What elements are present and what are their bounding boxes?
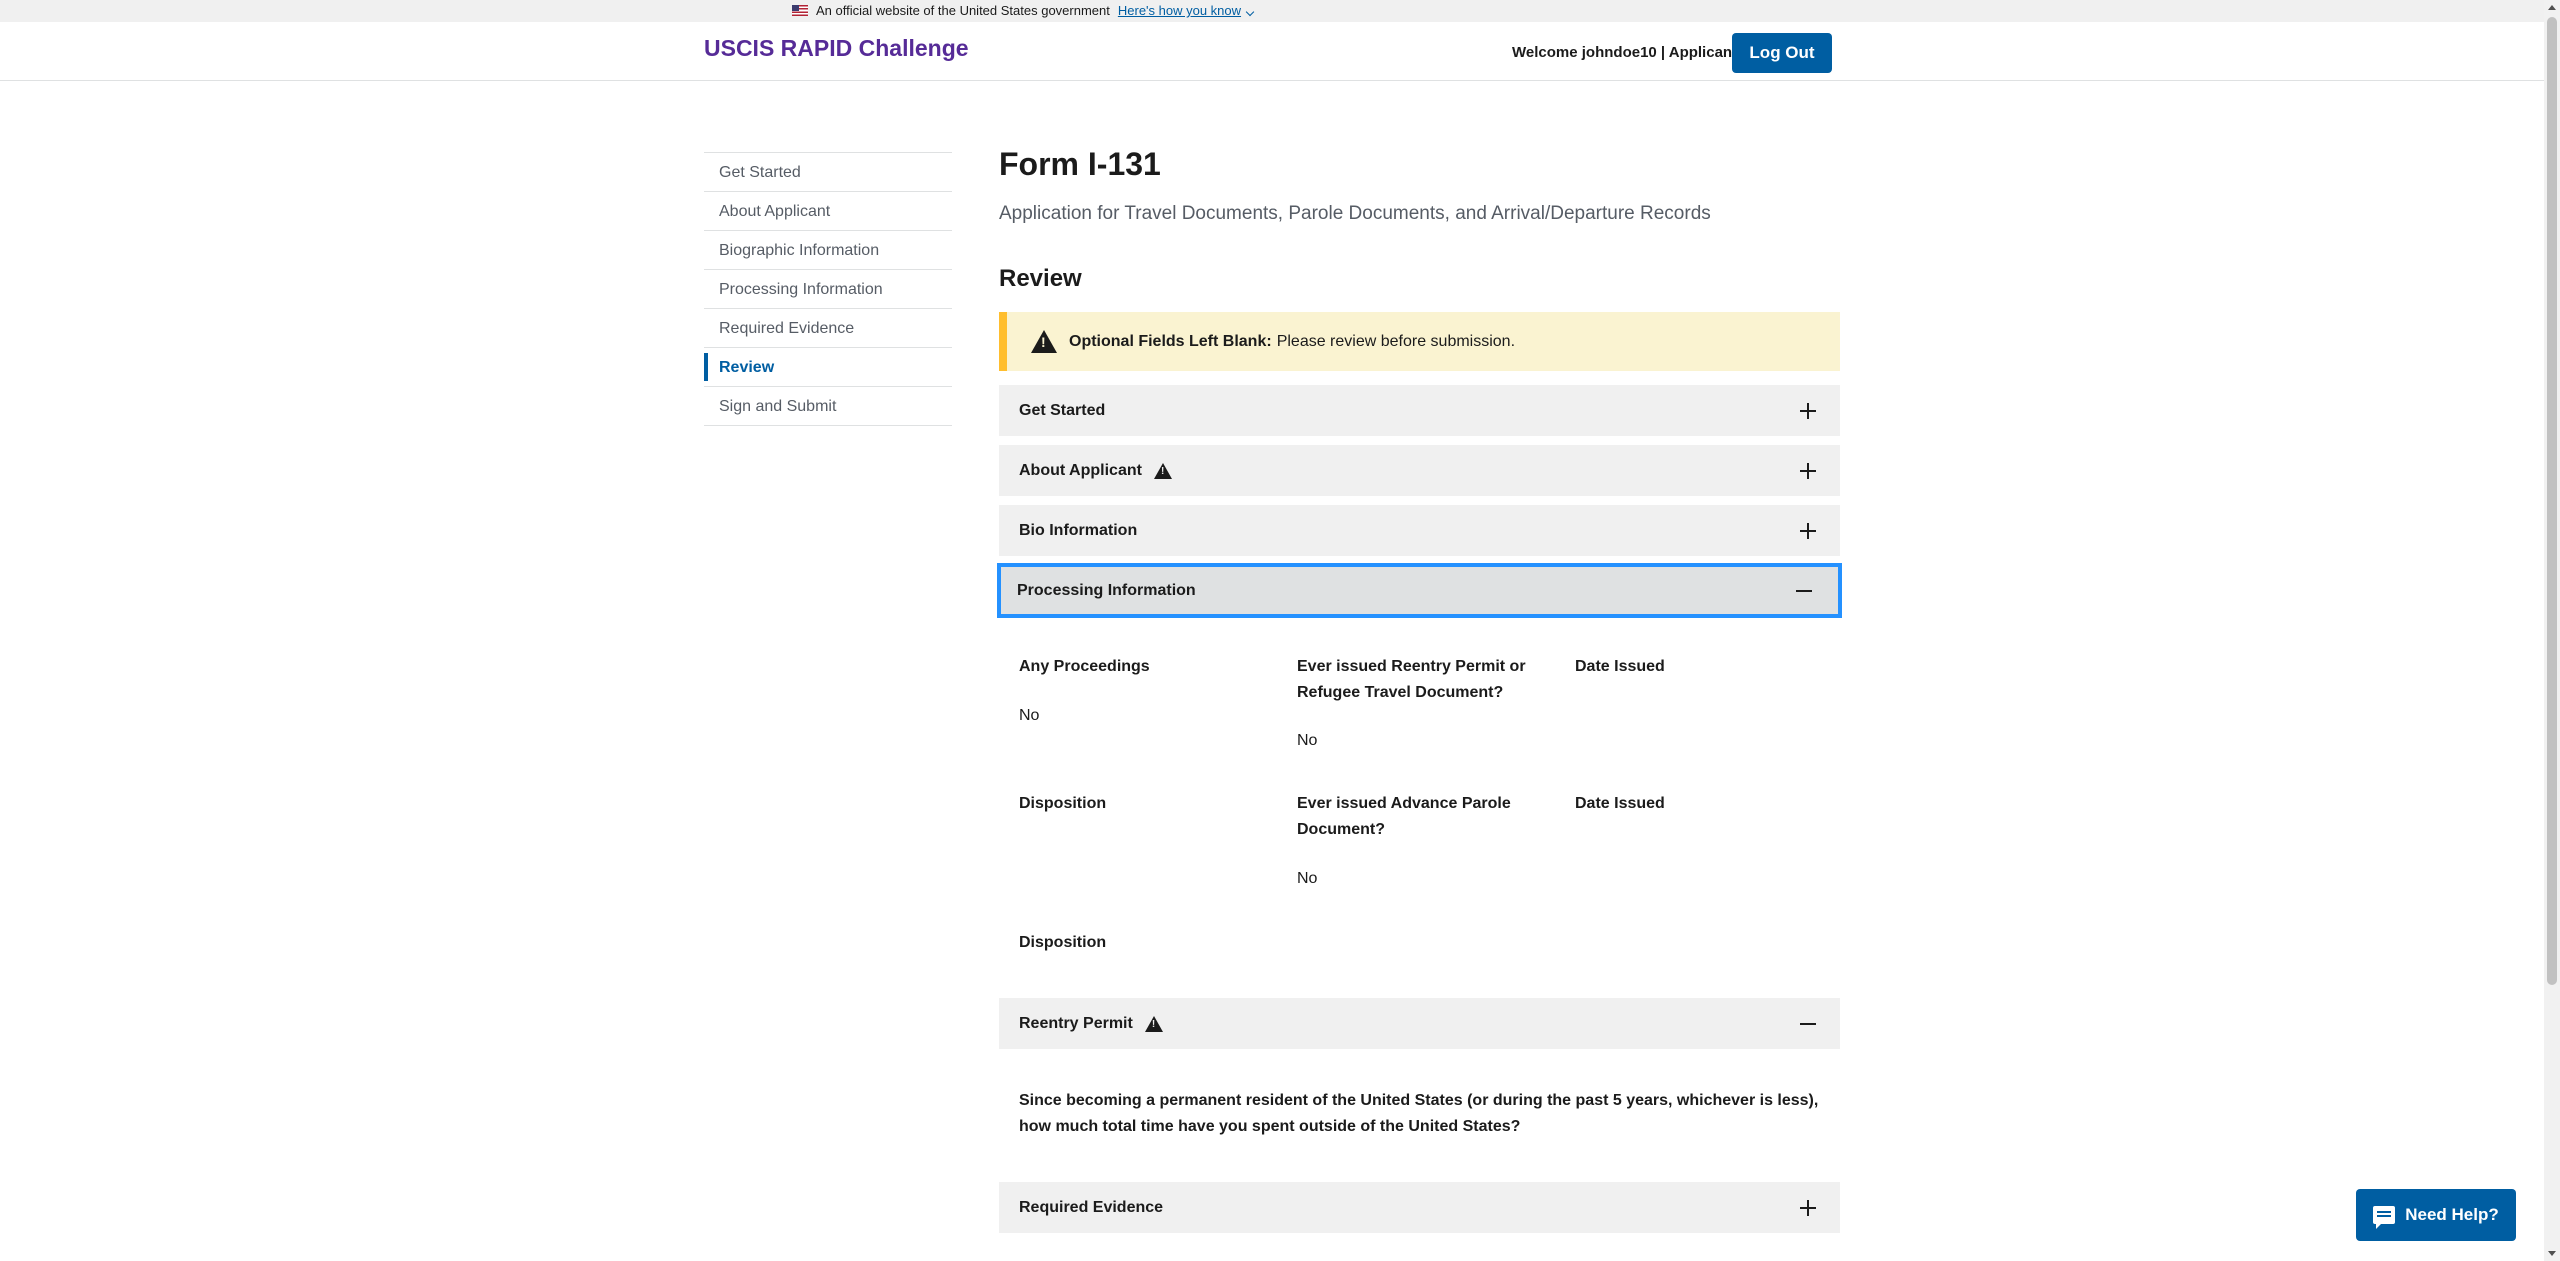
warning-icon xyxy=(1144,1015,1163,1032)
page-title: Form I-131 xyxy=(999,146,1161,182)
us-flag-icon xyxy=(792,5,808,16)
gov-banner: An official website of the United States… xyxy=(0,0,2544,22)
advance-parole-issued-value: No xyxy=(1297,870,1318,887)
site-header: USCIS RAPID Challenge Welcome johndoe10 … xyxy=(0,22,2544,81)
warning-icon xyxy=(1031,330,1057,353)
side-nav: Get Started About Applicant Biographic I… xyxy=(704,152,952,426)
accordion-processing-information[interactable]: Processing Information xyxy=(997,563,1842,618)
warning-alert: Optional Fields Left Blank: Please revie… xyxy=(999,312,1840,371)
accordion-label: About Applicant xyxy=(1019,461,1142,479)
minus-icon xyxy=(1796,583,1812,599)
logout-button[interactable]: Log Out xyxy=(1732,33,1832,73)
need-help-label: Need Help? xyxy=(2405,1205,2499,1224)
any-proceedings-value: No xyxy=(1019,707,1040,724)
sidenav-item-required-evidence[interactable]: Required Evidence xyxy=(704,309,952,348)
accordion-label: Get Started xyxy=(1019,401,1106,419)
accordion-required-evidence[interactable]: Required Evidence xyxy=(999,1182,1840,1233)
any-proceedings-label: Any Proceedings xyxy=(1019,658,1150,675)
page-subtitle: Application for Travel Documents, Parole… xyxy=(999,203,1711,224)
accordion-label: Required Evidence xyxy=(1019,1198,1164,1216)
sidenav-item-sign-and-submit[interactable]: Sign and Submit xyxy=(704,387,952,426)
chevron-down-icon xyxy=(1245,7,1255,17)
sidenav-item-processing-information[interactable]: Processing Information xyxy=(704,270,952,309)
gov-banner-content: An official website of the United States… xyxy=(792,3,1255,18)
disposition-label: Disposition xyxy=(1019,934,1107,951)
plus-icon xyxy=(1800,462,1816,479)
accordion-label: Bio Information xyxy=(1019,521,1138,539)
plus-icon xyxy=(1800,402,1816,419)
accordion-get-started[interactable]: Get Started xyxy=(999,385,1840,436)
sidenav-item-biographic-information[interactable]: Biographic Information xyxy=(704,231,952,270)
scrollbar-thumb[interactable] xyxy=(2547,17,2557,985)
accordion-label: Processing Information xyxy=(1017,581,1196,599)
reentry-question: Since becoming a permanent resident of t… xyxy=(1019,1092,1819,1135)
scroll-up-icon[interactable] xyxy=(2548,5,2556,10)
reentry-permit-issued-value: No xyxy=(1297,732,1318,749)
date-issued-label: Date Issued xyxy=(1575,658,1665,675)
heres-how-you-know-label: Here's how you know xyxy=(1117,3,1242,18)
disposition-label: Disposition xyxy=(1019,795,1107,812)
page-scrollbar[interactable] xyxy=(2544,0,2560,1261)
sidenav-item-get-started[interactable]: Get Started xyxy=(704,153,952,192)
warning-icon xyxy=(1153,462,1172,479)
reentry-permit-issued-label: Ever issued Reentry Permit or Refugee Tr… xyxy=(1297,658,1526,701)
site-title[interactable]: USCIS RAPID Challenge xyxy=(704,35,969,62)
scroll-down-icon[interactable] xyxy=(2548,1251,2556,1256)
sidenav-item-review[interactable]: Review xyxy=(704,348,952,387)
accordion-about-applicant[interactable]: About Applicant xyxy=(999,445,1840,496)
alert-message: Please review before submission. xyxy=(1276,332,1516,350)
section-heading: Review xyxy=(999,265,1082,292)
date-issued-label: Date Issued xyxy=(1575,795,1665,812)
accordion-bio-information[interactable]: Bio Information xyxy=(999,505,1840,556)
sidenav-item-about-applicant[interactable]: About Applicant xyxy=(704,192,952,231)
welcome-text: Welcome johndoe10 | Applicant xyxy=(1512,44,1738,61)
heres-how-you-know-link[interactable]: Here's how you know xyxy=(1117,3,1255,18)
accordion-label: Reentry Permit xyxy=(1019,1014,1133,1032)
plus-icon xyxy=(1800,1199,1816,1216)
plus-icon xyxy=(1800,522,1816,539)
gov-banner-text: An official website of the United States… xyxy=(816,3,1110,18)
chat-icon xyxy=(2373,1206,2396,1229)
alert-title: Optional Fields Left Blank: xyxy=(1069,332,1272,350)
need-help-button[interactable]: Need Help? xyxy=(2356,1189,2516,1241)
accordion-reentry-permit[interactable]: Reentry Permit xyxy=(999,998,1840,1049)
advance-parole-issued-label: Ever issued Advance Parole Document? xyxy=(1297,795,1511,838)
minus-icon xyxy=(1800,1016,1816,1032)
